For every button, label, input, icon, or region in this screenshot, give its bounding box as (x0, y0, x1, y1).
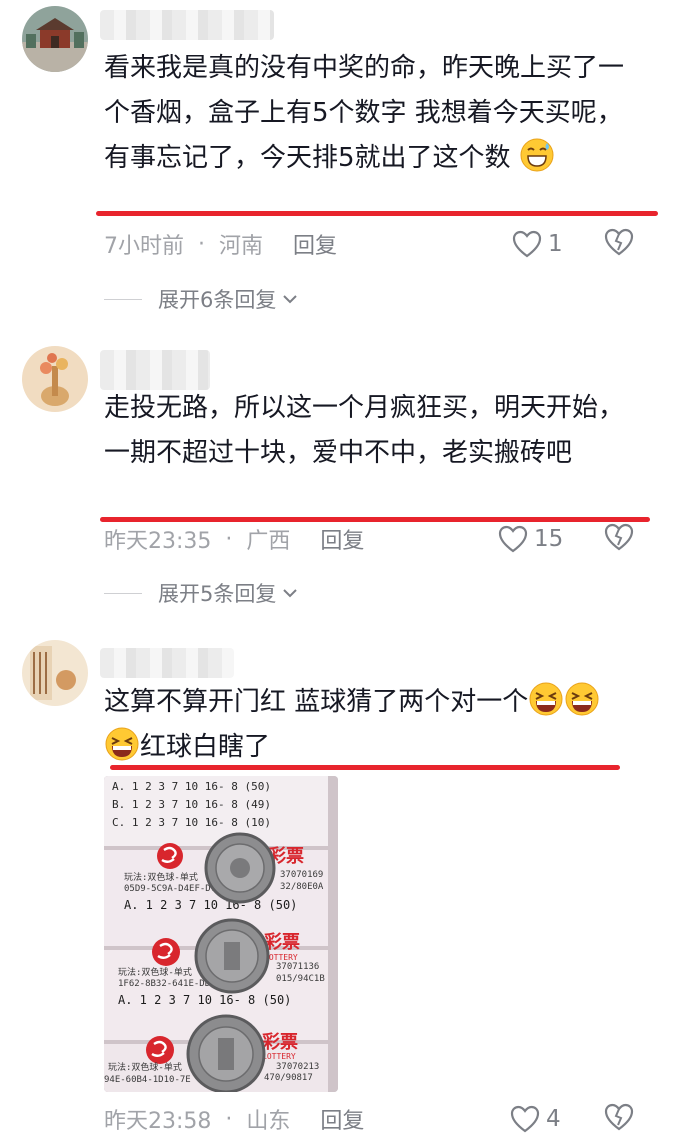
separator-dot: · (225, 1106, 233, 1132)
reply-button[interactable]: 回复 (320, 1103, 364, 1135)
ticket-code: 470/90817 (264, 1073, 313, 1083)
lottery-logo-subtext: LOTTERY (262, 1052, 296, 1061)
lottery-logo (146, 1036, 174, 1064)
dislike-button[interactable] (604, 228, 634, 260)
comment-location: 山东 (246, 1109, 291, 1134)
comment-text: 看来我是真的没有中奖的命，昨天晚上买了一个香烟，盒子上有5个数字 我想着今天买呢… (104, 53, 625, 173)
comment-text: 走投无路，所以这一个月疯狂买，明天开始，一期不超过十块，爱中不中，老实搬砖吧 (104, 393, 625, 468)
coin (204, 832, 276, 904)
comment-time: 昨天23:35 (104, 529, 212, 554)
ticket-row: A. 1 2 3 7 10 16- 8 (50) (112, 780, 271, 793)
laughing-face-emoji (520, 138, 554, 172)
dislike-button[interactable] (604, 1103, 634, 1135)
lottery-ticket-photo[interactable]: A. 1 2 3 7 10 16- 8 (50) B. 1 2 3 7 10 1… (104, 776, 338, 1092)
comment-text: 这算不算开门红 蓝球猜了两个对一个 红球白瞎了 (104, 680, 664, 770)
ticket-code: 015/94C1B (276, 974, 325, 984)
like-count: 4 (546, 1106, 561, 1132)
reply-button[interactable]: 回复 (293, 228, 337, 260)
broken-heart-icon (604, 523, 634, 551)
like-count: 1 (548, 231, 563, 257)
ticket-row: A. 1 2 3 7 10 16- 8 (50) (124, 898, 297, 912)
ticket-code: 32/80E0A (280, 882, 324, 892)
separator-dot: · (198, 231, 205, 257)
avatar[interactable] (22, 6, 88, 72)
ticket-serial: 37070213 (276, 1062, 319, 1072)
ticket-row: A. 1 2 3 7 10 16- 8 (50) (118, 993, 291, 1007)
ticket-row: B. 1 2 3 7 10 16- 8 (49) (112, 798, 271, 811)
ticket-row: C. 1 2 3 7 10 16- 8 (10) (112, 816, 271, 829)
like-button[interactable]: 1 (512, 228, 563, 260)
red-underline (96, 211, 658, 216)
laughing-face-emoji (105, 727, 139, 761)
coin (194, 918, 270, 994)
comment-location: 广西 (246, 529, 291, 554)
laughing-face-emoji (565, 682, 599, 716)
ticket-code: 94E-60B4-1D10-7E (104, 1075, 191, 1085)
avatar[interactable] (22, 640, 88, 706)
ticket-serial: 37070169 (280, 870, 323, 880)
like-count: 15 (534, 526, 564, 552)
reply-button[interactable]: 回复 (320, 523, 364, 555)
ticket-play-type: 玩法:双色球-单式 (108, 1061, 182, 1073)
avatar[interactable] (22, 346, 88, 412)
expand-replies[interactable]: 展开5条回复 (104, 578, 298, 608)
chevron-down-icon (283, 295, 298, 304)
dislike-button[interactable] (604, 523, 634, 555)
divider-line (104, 592, 142, 594)
expand-replies[interactable]: 展开6条回复 (104, 284, 298, 314)
broken-heart-icon (604, 1103, 634, 1131)
comment-meta: 7小时前 · 河南 回复 (104, 228, 337, 260)
ticket-code: 05D9-5C9A-D4EF-D7B (124, 884, 222, 894)
comment-meta: 昨天23:58 · 山东 回复 (104, 1103, 364, 1135)
broken-heart-icon (604, 228, 634, 256)
comment-location: 河南 (219, 234, 264, 259)
heart-outline-icon (510, 1105, 540, 1133)
lottery-logo (152, 938, 180, 966)
blurred-username (100, 10, 274, 40)
lottery-logo (157, 843, 183, 869)
like-button[interactable]: 4 (510, 1103, 561, 1135)
ticket-play-type: 玩法:双色球-单式 (118, 966, 192, 978)
ticket-code: 1F62-8B32-641E-DD (118, 979, 210, 989)
laughing-face-emoji (529, 682, 563, 716)
separator-dot: · (225, 526, 233, 552)
expand-label: 展开6条回复 (158, 288, 277, 312)
red-underline (110, 765, 620, 770)
blurred-username (100, 648, 234, 678)
chevron-down-icon (283, 589, 298, 598)
heart-outline-icon (512, 230, 542, 258)
comment-time: 昨天23:58 (104, 1109, 212, 1134)
comment-line-1: 这算不算开门红 蓝球猜了两个对一个 (104, 680, 664, 725)
comment-meta: 昨天23:35 · 广西 回复 (104, 523, 364, 555)
coin (186, 1014, 266, 1092)
comment-line-2: 红球白瞎了 (104, 725, 664, 770)
expand-label: 展开5条回复 (158, 582, 277, 606)
red-underline (100, 517, 650, 522)
divider-line (104, 298, 142, 300)
ticket-serial: 37071136 (276, 962, 319, 972)
ticket-play-type: 玩法:双色球-单式 (124, 871, 198, 883)
lottery-logo-text: 彩票 (261, 1032, 298, 1053)
heart-outline-icon (498, 525, 528, 553)
like-button[interactable]: 15 (498, 523, 563, 555)
comment-time: 7小时前 (104, 234, 184, 259)
